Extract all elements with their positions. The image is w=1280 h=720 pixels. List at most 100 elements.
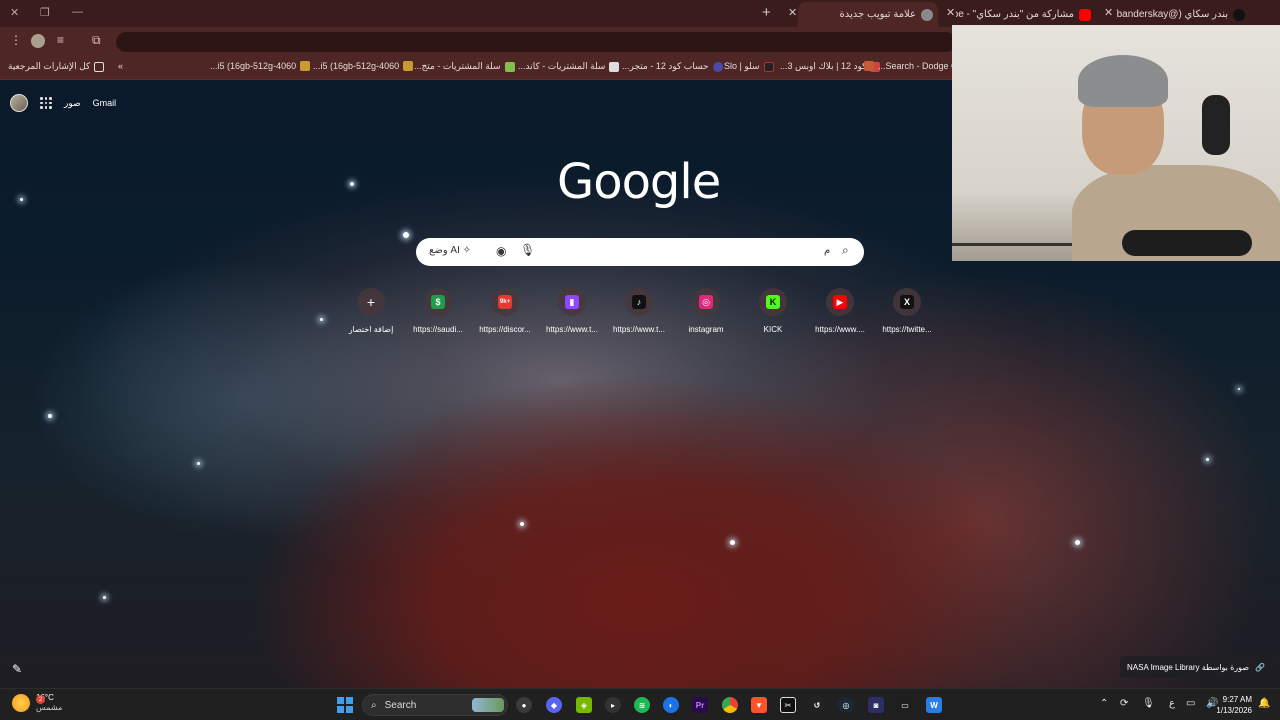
restore-window-icon[interactable]: ❐ — [40, 6, 50, 19]
shortcut-icon-circle: $ — [424, 288, 452, 316]
spotify-icon[interactable]: ≋ — [634, 697, 650, 713]
shortcut-tile[interactable]: K KICK — [740, 288, 806, 334]
profile-avatar[interactable] — [31, 34, 45, 48]
close-tab-icon[interactable]: ✕ — [1104, 6, 1113, 19]
shortcuts-grid: + إضافة اختصار $ https://saudi... 9k+ https:/… — [338, 288, 942, 348]
bookmark-label: 4060-i5 (16gb-512g... — [210, 61, 297, 71]
microphone-icon[interactable]: 🎙 — [1142, 698, 1155, 709]
new-tab-button[interactable]: + — [762, 4, 771, 21]
shortcut-tile[interactable]: ◎ instagram — [673, 288, 739, 334]
shortcut-label: https://discor... — [479, 325, 531, 334]
discord-icon[interactable]: ◆ — [546, 697, 562, 713]
bookmark-label: سلة المشتريات - كاند... — [518, 61, 606, 71]
ai-mode-button[interactable]: وضع AI ✧ — [429, 245, 471, 256]
terminal-icon[interactable]: ▭ — [897, 697, 913, 713]
shortcut-label: https://www.t... — [612, 325, 665, 334]
tab-youtube[interactable]: مشاركة من "بندر سكاي" - YouTube — [956, 2, 1096, 27]
star — [730, 540, 735, 545]
menu-icon[interactable]: ⋮ — [10, 33, 22, 47]
shortcut-label: instagram — [688, 325, 724, 334]
brave-icon[interactable]: ▼ — [751, 697, 767, 713]
minimize-window-icon[interactable]: — — [72, 6, 83, 18]
media-controls-icon[interactable]: ≡ — [57, 33, 64, 47]
app-icon[interactable]: ◐ — [663, 697, 679, 713]
gmail-link[interactable]: Gmail — [93, 98, 117, 108]
premiere-pro-icon[interactable]: Pr — [692, 697, 708, 713]
language-indicator[interactable]: ع — [1169, 698, 1175, 709]
bookmark-icon — [300, 61, 311, 71]
taskbar-search[interactable]: ⌕ Search — [362, 694, 508, 716]
shortcut-tile[interactable]: + إضافة اختصار — [338, 288, 404, 334]
bookmark-icon — [504, 61, 515, 72]
shortcut-icon-circle: K — [759, 288, 787, 316]
close-tab-icon[interactable]: ✕ — [946, 6, 955, 19]
nvidia-icon[interactable]: ◈ — [576, 697, 592, 713]
weather-widget[interactable]: 16°C مشمس 2 — [12, 693, 62, 713]
shortcut-tile[interactable]: ▶ https://www.... — [807, 288, 873, 334]
tab-new-tab[interactable]: علامة تبويب جديدة — [798, 2, 938, 27]
shortcut-icon-circle: 9k+ — [491, 288, 519, 316]
obs-icon[interactable]: ● — [516, 697, 532, 713]
star — [1238, 388, 1240, 390]
app-icon[interactable]: ◙ — [868, 697, 884, 713]
camera-lens-icon[interactable]: ◉ — [496, 244, 506, 258]
shortcut-label: https://www.t... — [545, 325, 598, 334]
bookmark-icon — [609, 61, 620, 72]
google-apps-icon[interactable] — [40, 97, 52, 109]
bookmark-item[interactable]: 4060-i5 (16gb-512g... — [313, 61, 414, 71]
shortcut-tile[interactable]: $ https://saudi... — [405, 288, 471, 334]
account-avatar[interactable] — [10, 94, 28, 112]
images-link[interactable]: صور — [64, 98, 81, 109]
bookmark-label: سلو | Slo — [724, 61, 760, 71]
steam-icon[interactable]: ◎ — [838, 697, 854, 713]
chrome-icon — [921, 8, 933, 21]
headphones — [1202, 95, 1230, 155]
media-app-icon[interactable]: ▸ — [605, 697, 621, 713]
app-icon[interactable]: ↺ — [809, 697, 825, 713]
capcut-icon[interactable]: ✂ — [780, 697, 796, 713]
star — [103, 596, 106, 599]
background-credit[interactable]: 🔗 صورة بواسطة NASA Image Library — [1120, 656, 1272, 678]
notifications-icon[interactable]: 🔔 — [1258, 698, 1270, 709]
tab-title: علامة تبويب جديدة — [839, 9, 916, 20]
close-window-icon[interactable]: ✕ — [10, 6, 19, 19]
star — [1206, 458, 1209, 461]
star — [20, 198, 23, 201]
close-tab-icon[interactable]: ✕ — [788, 6, 797, 19]
bookmark-item[interactable]: 4060-i5 (16gb-512g... — [210, 61, 311, 71]
search-box[interactable]: وضع AI ✧ ◉ 🎙 م ⌕ — [416, 238, 864, 266]
address-bar[interactable] — [116, 32, 956, 52]
windows-start-icon[interactable] — [337, 697, 353, 713]
twitch-icon: ▮ — [565, 295, 579, 309]
chrome-icon[interactable] — [722, 697, 738, 713]
shortcut-label: إضافة اختصار — [348, 325, 394, 334]
shortcut-tile[interactable]: Xhttps://twitte... — [874, 288, 940, 334]
date: 1/13/2026 — [1216, 706, 1252, 715]
microphone-icon[interactable]: 🎙 — [520, 243, 535, 257]
search-query-text: م — [824, 245, 831, 256]
bookmark-label: حساب كود 12 - متجر... — [622, 61, 709, 71]
search-highlight-thumbnail — [472, 698, 504, 712]
shortcut-tile[interactable]: ♪ https://www.t... — [606, 288, 672, 334]
instagram-icon: ◎ — [699, 295, 713, 309]
bookmark-item[interactable]: حساب كود 12 - متجر... — [622, 61, 723, 72]
bookmark-icon — [763, 61, 774, 72]
chevron-up-icon[interactable]: ⌃ — [1100, 698, 1108, 709]
extensions-icon[interactable]: ⧉ — [92, 33, 101, 48]
all-bookmarks[interactable]: كل الإشارات المرجعية — [8, 61, 105, 72]
bookmark-item[interactable]: سلو | Slo — [724, 61, 774, 72]
sync-icon[interactable]: ⟳ — [1120, 698, 1128, 709]
star — [1075, 540, 1080, 545]
chevron-right-icon[interactable]: » — [118, 61, 123, 71]
tab-tiktok[interactable]: بندر سكاي (@banderskay) | TikTok — [1116, 2, 1250, 27]
app-icon[interactable]: W — [926, 697, 942, 713]
bookmark-item[interactable]: سلة المشتريات - متج... — [414, 61, 515, 72]
customize-pencil-icon[interactable]: ✎ — [12, 662, 22, 676]
shortcut-tile[interactable]: 9k+ https://discor... — [472, 288, 538, 334]
bookmark-label: 4060-i5 (16gb-512g... — [313, 61, 400, 71]
shortcut-label: https://www.... — [815, 325, 865, 334]
youtube-icon — [1079, 8, 1091, 21]
bookmark-item[interactable]: سلة المشتريات - كاند... — [518, 61, 620, 72]
clock[interactable]: 9:27 AM 1/13/2026 — [1192, 694, 1252, 716]
shortcut-tile[interactable]: ▮ https://www.t... — [539, 288, 605, 334]
